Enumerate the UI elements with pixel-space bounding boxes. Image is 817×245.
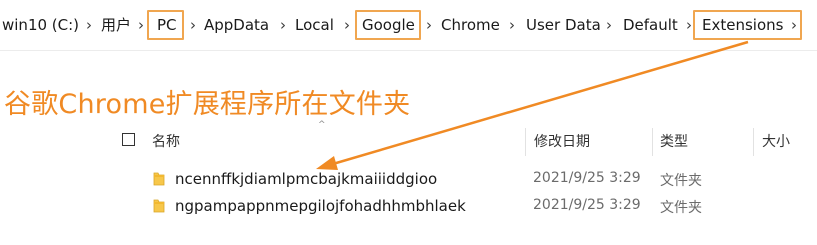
file-row[interactable]: ncennffkjdiamlpmcbajkmaiiiddgioo 2021/9/…	[145, 167, 817, 193]
file-row[interactable]: ngpampappnmepgilojfohadhhmbhlaek 2021/9/…	[145, 194, 817, 220]
file-type: 文件夹	[660, 173, 702, 189]
file-modified-date: 2021/9/25 3:29	[533, 197, 641, 213]
file-type: 文件夹	[660, 200, 702, 216]
column-header-size[interactable]: 大小	[762, 131, 790, 151]
column-header-type[interactable]: 类型	[660, 131, 688, 151]
file-name[interactable]: ncennffkjdiamlpmcbajkmaiiiddgioo	[175, 170, 437, 188]
sort-ascending-icon[interactable]: ^	[318, 120, 326, 130]
folder-icon	[153, 199, 165, 213]
column-divider[interactable]	[525, 128, 526, 156]
column-header-date[interactable]: 修改日期	[534, 131, 590, 151]
column-divider[interactable]	[652, 128, 653, 156]
column-header-name[interactable]: 名称	[152, 131, 180, 151]
file-name[interactable]: ngpampappnmepgilojfohadhhmbhlaek	[175, 197, 466, 215]
select-all-checkbox[interactable]	[122, 133, 135, 146]
file-modified-date: 2021/9/25 3:29	[533, 170, 641, 186]
column-divider[interactable]	[753, 128, 754, 156]
folder-icon	[153, 172, 165, 186]
